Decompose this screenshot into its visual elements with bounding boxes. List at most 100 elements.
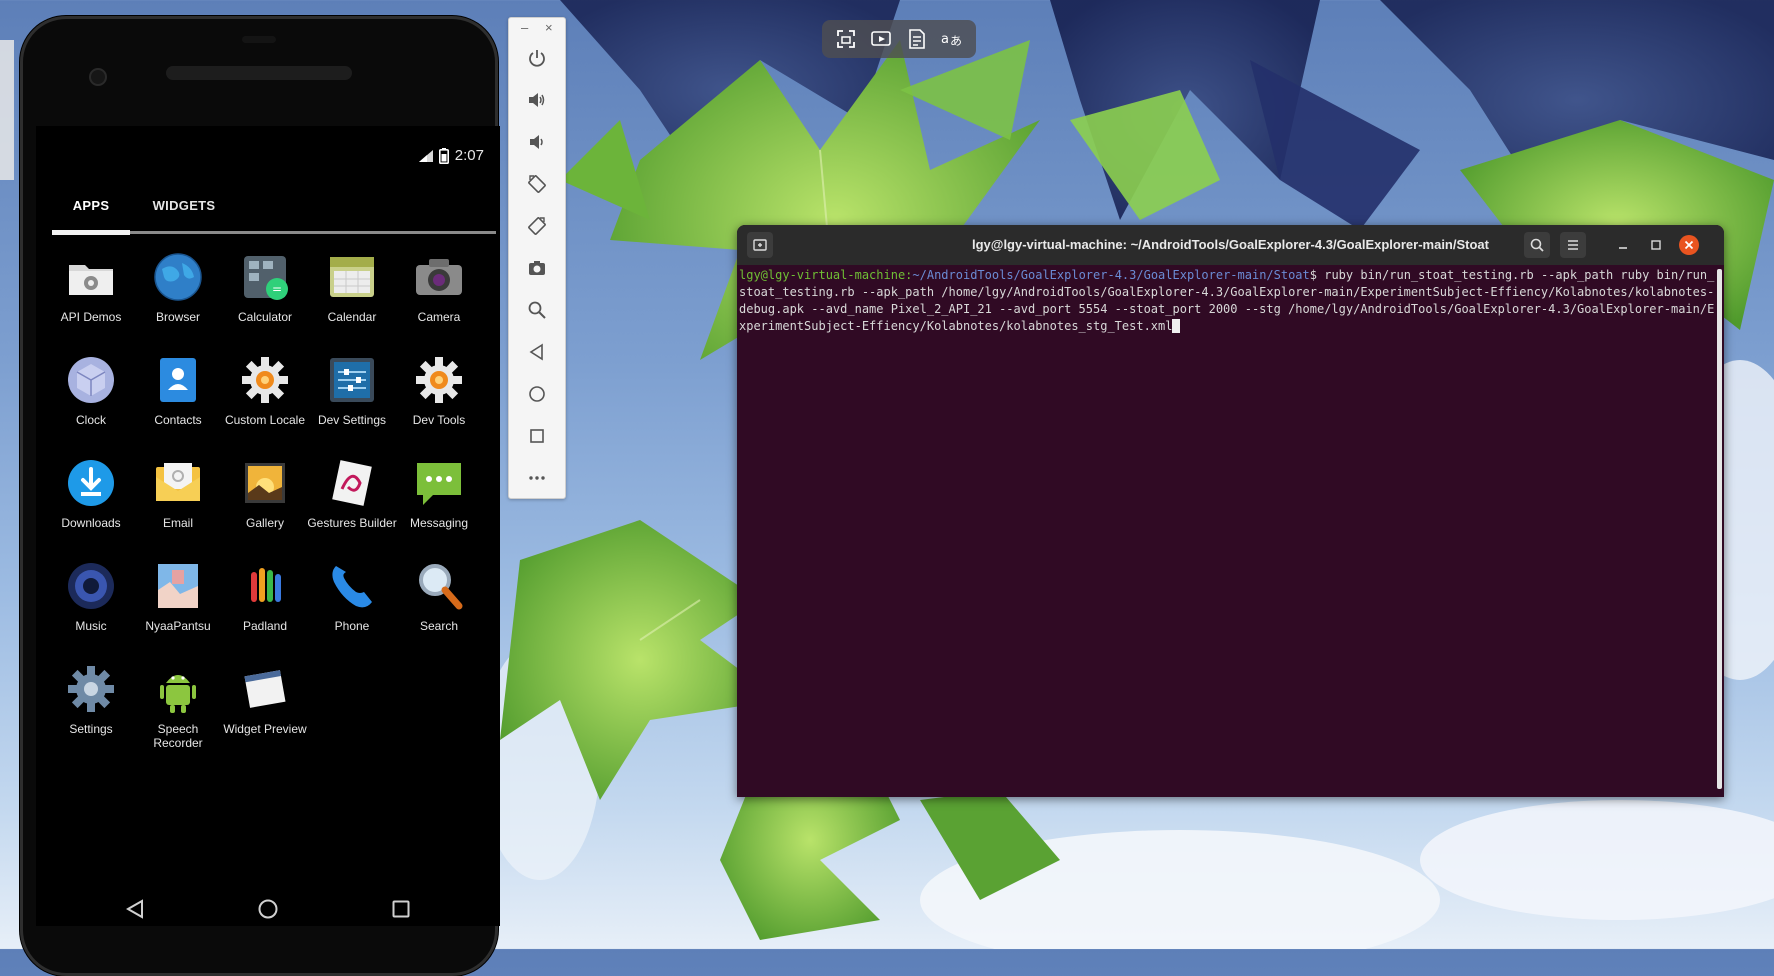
rotate-left-button[interactable] <box>523 170 551 198</box>
zoom-button[interactable] <box>523 296 551 324</box>
nav-overview-button[interactable] <box>378 886 424 932</box>
status-time: 2:07 <box>454 147 484 164</box>
settings-gear-icon <box>68 666 114 712</box>
android-emulator-device: 2:07 APPS WIDGETS API Demos Browser = Ca… <box>20 16 500 976</box>
app-dev-settings[interactable]: Dev Settings <box>307 354 397 450</box>
terminal-scrollbar[interactable] <box>1717 269 1722 789</box>
power-icon <box>529 50 545 67</box>
power-button[interactable] <box>523 44 551 72</box>
app-label: Camera <box>417 310 461 324</box>
calculator-icon: = <box>244 256 288 300</box>
tab-indicator <box>52 230 130 235</box>
window-maximize-button[interactable] <box>1643 232 1669 258</box>
launcher-tabs: APPS WIDGETS <box>52 186 500 235</box>
rotate-left-icon <box>528 175 546 193</box>
back-button[interactable] <box>523 338 551 366</box>
clock-cube-icon <box>68 357 114 403</box>
app-label: Phone <box>334 619 370 633</box>
app-speech-recorder[interactable]: Speech Recorder <box>133 663 223 759</box>
app-widget-preview[interactable]: Widget Preview <box>220 663 310 759</box>
toolbar-close-button[interactable]: × <box>545 21 553 35</box>
app-browser[interactable]: Browser <box>133 251 223 347</box>
app-downloads[interactable]: Downloads <box>46 457 136 553</box>
front-camera <box>89 68 107 86</box>
app-gestures-builder[interactable]: Gestures Builder <box>307 457 397 553</box>
nav-back-button[interactable] <box>112 886 158 932</box>
volume-up-icon <box>529 93 545 107</box>
more-button[interactable] <box>523 464 551 492</box>
nyaapantsu-icon <box>158 564 198 608</box>
tab-widgets[interactable]: WIDGETS <box>138 186 230 226</box>
search-icon <box>1530 238 1544 252</box>
screen-overlay-toolbar: aあ <box>822 20 976 58</box>
dev-settings-icon <box>330 358 374 402</box>
screen-capture-button[interactable] <box>831 24 861 54</box>
terminal-search-button[interactable] <box>1524 232 1550 258</box>
gear-orange-icon <box>242 357 288 403</box>
app-nyaapantsu[interactable]: NyaaPantsu <box>133 560 223 656</box>
app-label: Gestures Builder <box>307 516 397 530</box>
home-icon <box>529 386 545 402</box>
translate-button[interactable]: aあ <box>937 24 967 54</box>
app-label: Dev Settings <box>317 413 387 427</box>
rotate-right-button[interactable] <box>523 212 551 240</box>
svg-text:a: a <box>941 32 949 47</box>
app-label: Search <box>419 619 459 633</box>
tab-apps[interactable]: APPS <box>52 186 130 226</box>
app-dev-tools[interactable]: Dev Tools <box>394 354 484 450</box>
background-window-edge <box>0 40 14 180</box>
rotate-right-icon <box>528 217 546 235</box>
app-phone[interactable]: Phone <box>307 560 397 656</box>
new-tab-button[interactable] <box>747 232 773 258</box>
app-clock[interactable]: Clock <box>46 354 136 450</box>
app-email[interactable]: Email <box>133 457 223 553</box>
prompt-symbol: $ <box>1309 268 1325 282</box>
volume-up-button[interactable] <box>523 86 551 114</box>
app-calculator[interactable]: = Calculator <box>220 251 310 347</box>
terminal-titlebar[interactable]: lgy@lgy-virtual-machine: ~/AndroidTools/… <box>737 225 1724 265</box>
app-label: Calculator <box>237 310 293 324</box>
app-music[interactable]: Music <box>46 560 136 656</box>
app-api-demos[interactable]: API Demos <box>46 251 136 347</box>
android-screen[interactable]: 2:07 APPS WIDGETS API Demos Browser = Ca… <box>36 126 500 926</box>
messaging-icon <box>417 463 461 505</box>
app-padland[interactable]: Padland <box>220 560 310 656</box>
app-search[interactable]: Search <box>394 560 484 656</box>
screenshot-button[interactable] <box>523 254 551 282</box>
toolbar-minimize-button[interactable]: – <box>521 21 528 35</box>
terminal-output[interactable]: lgy@lgy-virtual-machine:~/AndroidTools/G… <box>739 267 1715 787</box>
terminal-menu-button[interactable] <box>1560 232 1586 258</box>
close-icon <box>1679 235 1699 255</box>
home-button[interactable] <box>523 380 551 408</box>
volume-down-button[interactable] <box>523 128 551 156</box>
app-label: Messaging <box>409 516 469 530</box>
app-calendar[interactable]: Calendar <box>307 251 397 347</box>
svg-text:あ: あ <box>950 34 962 48</box>
app-camera[interactable]: Camera <box>394 251 484 347</box>
app-label: Calendar <box>327 310 377 324</box>
app-custom-locale[interactable]: Custom Locale <box>220 354 310 450</box>
terminal-window[interactable]: lgy@lgy-virtual-machine: ~/AndroidTools/… <box>737 225 1724 797</box>
app-label: Gallery <box>245 516 284 530</box>
overview-button[interactable] <box>523 422 551 450</box>
globe-icon <box>154 253 202 301</box>
app-label: Downloads <box>61 516 121 530</box>
app-contacts[interactable]: Contacts <box>133 354 223 450</box>
video-capture-button[interactable] <box>866 24 896 54</box>
nav-home-button[interactable] <box>245 886 291 932</box>
app-label: API Demos <box>60 310 122 324</box>
terminal-title: lgy@lgy-virtual-machine: ~/AndroidTools/… <box>971 237 1489 252</box>
app-label: Speech Recorder <box>153 722 203 750</box>
window-minimize-button[interactable] <box>1610 232 1636 258</box>
app-label: Widget Preview <box>223 722 307 736</box>
app-settings[interactable]: Settings <box>46 663 136 759</box>
app-gallery[interactable]: Gallery <box>220 457 310 553</box>
overview-icon <box>530 429 544 443</box>
phone-earpiece <box>166 66 352 80</box>
widget-preview-icon <box>244 670 286 708</box>
app-messaging[interactable]: Messaging <box>394 457 484 553</box>
app-label: NyaaPantsu <box>145 619 211 633</box>
emulator-side-toolbar: – × <box>508 17 566 499</box>
text-extract-button[interactable] <box>902 24 932 54</box>
window-close-button[interactable] <box>1676 232 1702 258</box>
